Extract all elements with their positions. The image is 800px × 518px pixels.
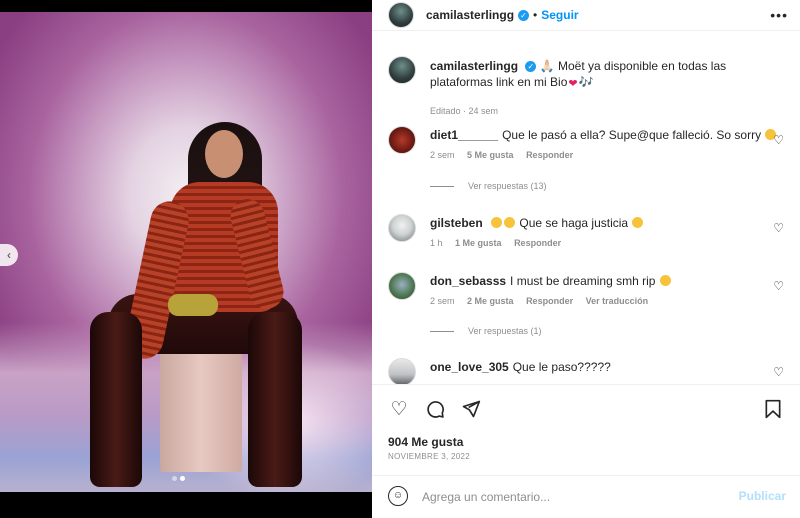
comment-time: 1 h	[430, 238, 443, 248]
comment-text: don_sebasss I must be dreaming smh rip	[430, 274, 672, 288]
post-actions: ♡ 904 Me gusta NOVIEMBRE 3, 2022	[372, 384, 800, 464]
commenter-username[interactable]: one_love_305	[430, 360, 509, 374]
post-date: NOVIEMBRE 3, 2022	[388, 452, 471, 461]
comment-item: gilsteben Que se haga justicia 1 h 1 Me …	[388, 214, 788, 254]
view-replies-label: Ver respuestas (1)	[468, 326, 542, 336]
comment-composer: ☺ Publicar	[372, 475, 800, 518]
carousel-dot	[172, 476, 177, 481]
heart-emoji-icon: ❤	[568, 78, 578, 90]
commenter-username[interactable]: don_sebasss	[430, 274, 506, 288]
carousel-dot-active	[180, 476, 185, 481]
bookmark-icon[interactable]	[764, 399, 784, 421]
comments-list[interactable]: camilasterlingg ✓ 🙏🏻 Moët ya disponible …	[372, 42, 800, 384]
commenter-avatar[interactable]	[388, 272, 416, 300]
commenter-avatar[interactable]	[388, 358, 416, 384]
commenter-username[interactable]: gilsteben	[430, 216, 483, 230]
commenter-avatar[interactable]	[388, 214, 416, 242]
music-notes-emoji-icon: 🎶	[578, 75, 594, 89]
author-username[interactable]: camilasterlingg	[426, 8, 514, 22]
photo-face	[205, 130, 243, 178]
comment-likes[interactable]: 5 Me gusta	[467, 150, 514, 160]
comment-like-heart-icon[interactable]: ♡	[773, 133, 784, 147]
sad-face-emoji-icon	[659, 275, 671, 286]
share-icon[interactable]	[460, 399, 482, 421]
comment-like-heart-icon[interactable]: ♡	[773, 365, 784, 379]
verified-icon: ✓	[525, 61, 537, 73]
caption-username[interactable]: camilasterlingg	[430, 59, 518, 73]
publish-button[interactable]: Publicar	[739, 489, 786, 503]
replies-divider	[430, 331, 454, 333]
hands-emoji-icon: 🙏🏻	[539, 59, 555, 73]
comment-meta: 1 h 1 Me gusta Responder	[430, 238, 571, 248]
more-options-icon[interactable]: •••	[770, 7, 788, 23]
sad-face-emoji-icon	[504, 217, 516, 228]
likes-count[interactable]: 904 Me gusta	[388, 435, 463, 449]
comment-meta: 2 sem 2 Me gusta Responder Ver traducció…	[430, 296, 658, 306]
photo-boot-left	[90, 312, 142, 487]
comment-like-heart-icon[interactable]: ♡	[773, 221, 784, 235]
comment-text: diet1______ Que le pasó a ella? Supe@que …	[430, 128, 777, 142]
post-photo	[0, 12, 372, 492]
comment-meta: 2 sem 5 Me gusta Responder	[430, 150, 583, 160]
caption-meta: Editado · 24 sem	[430, 106, 499, 116]
post-panel: camilasterlingg ✓ • Seguir ••• camilaste…	[372, 0, 800, 518]
commenter-avatar[interactable]	[388, 126, 416, 154]
comment-icon[interactable]	[424, 399, 446, 421]
reply-button[interactable]: Responder	[514, 238, 561, 248]
comment-time: 2 sem	[430, 150, 455, 160]
comment-item: one_love_305 Que le paso????? ♡	[388, 358, 788, 384]
comment-item: don_sebasss I must be dreaming smh rip 2 …	[388, 272, 788, 312]
post-media: ‹	[0, 0, 372, 518]
photo-boot-right	[248, 312, 302, 487]
comment-body: I must be dreaming smh rip	[510, 274, 656, 288]
comment-body: Que le pasó a ella? Supe@que falleció. S…	[502, 128, 762, 142]
comment-body: Que se haga justicia	[519, 216, 629, 230]
action-icons: ♡	[388, 399, 482, 421]
photo-glove	[168, 294, 218, 316]
comment-time: 2 sem	[430, 296, 455, 306]
comment-body: Que le paso?????	[512, 360, 611, 374]
caption-avatar[interactable]	[388, 56, 416, 84]
replies-divider	[430, 186, 454, 188]
caption-text: camilasterlingg ✓ 🙏🏻 Moët ya disponible …	[430, 58, 770, 92]
author-avatar[interactable]	[388, 2, 414, 28]
comment-likes[interactable]: 1 Me gusta	[455, 238, 502, 248]
post-header: camilasterlingg ✓ • Seguir •••	[372, 0, 800, 31]
reply-button[interactable]: Responder	[526, 150, 573, 160]
comment-input[interactable]	[422, 486, 722, 508]
view-replies-button[interactable]: Ver respuestas (13)	[430, 181, 547, 191]
verified-icon: ✓	[518, 9, 530, 21]
pensive-emoji-icon	[632, 217, 644, 228]
header-separator: •	[533, 8, 538, 22]
comment-likes[interactable]: 2 Me gusta	[467, 296, 514, 306]
view-replies-label: Ver respuestas (13)	[468, 181, 547, 191]
follow-button[interactable]: Seguir	[541, 8, 578, 22]
comment-like-heart-icon[interactable]: ♡	[773, 279, 784, 293]
comment-text: one_love_305 Que le paso?????	[430, 360, 611, 374]
emoji-picker-icon[interactable]: ☺	[388, 486, 408, 506]
commenter-username[interactable]: diet1______	[430, 128, 498, 142]
carousel-indicator	[172, 476, 185, 481]
heart-icon[interactable]: ♡	[388, 399, 410, 421]
comment-item: diet1______ Que le pasó a ella? Supe@que …	[388, 126, 788, 166]
comment-text: gilsteben Que se haga justicia	[430, 216, 644, 230]
sad-face-emoji-icon	[491, 217, 503, 228]
view-replies-button[interactable]: Ver respuestas (1)	[430, 326, 542, 336]
reply-button[interactable]: Responder	[526, 296, 573, 306]
translate-button[interactable]: Ver traducción	[586, 296, 649, 306]
chevron-left-icon: ‹	[7, 248, 11, 262]
